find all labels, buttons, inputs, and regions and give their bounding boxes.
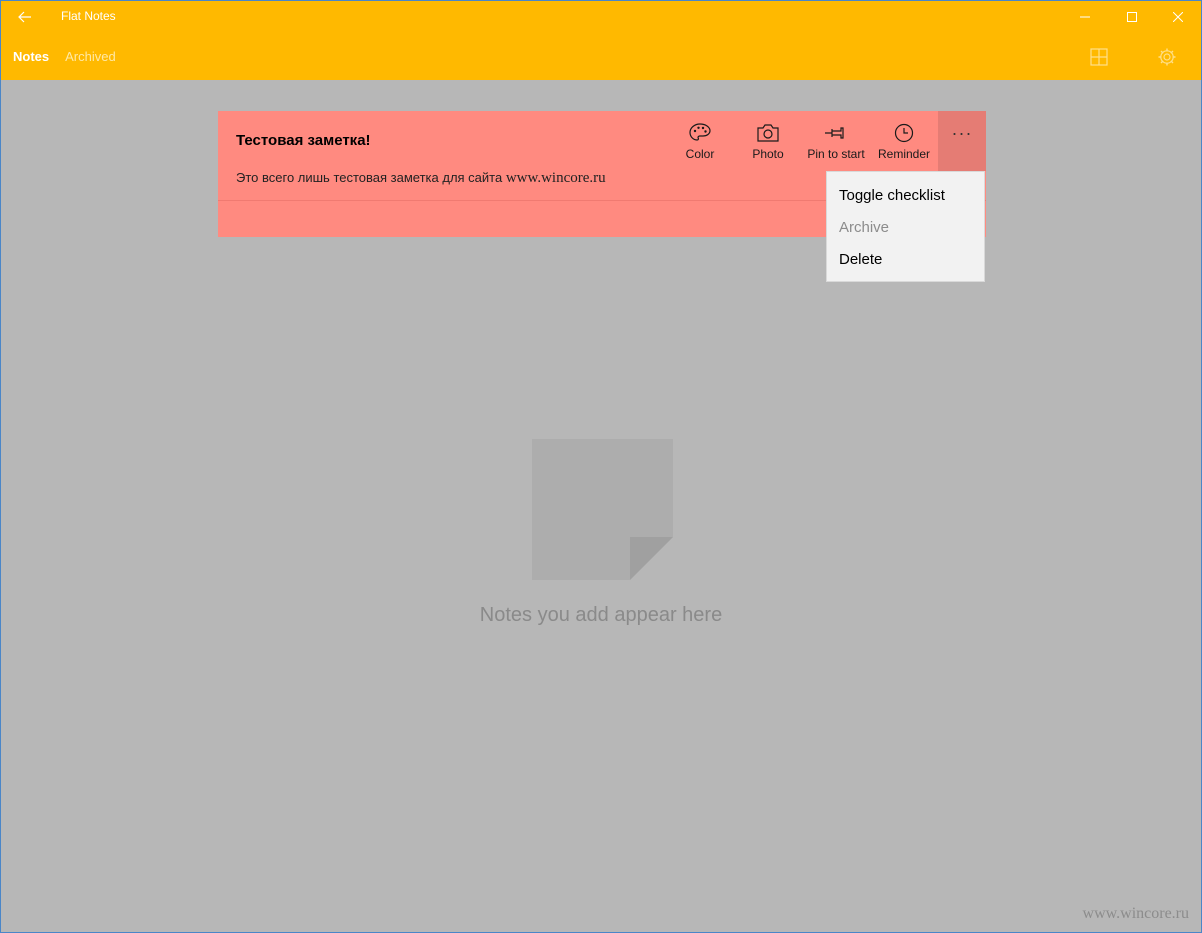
watermark: www.wincore.ru [1082,905,1189,922]
pin-to-start-button[interactable]: Pin to start [802,123,870,169]
note-context-menu: Toggle checklist Archive Delete [826,171,985,282]
app-title: Flat Notes [61,9,116,23]
menu-item-toggle-checklist[interactable]: Toggle checklist [827,180,984,212]
palette-icon [689,123,711,141]
title-bar: Flat Notes [1,1,1201,33]
minimize-icon [1080,16,1090,18]
empty-state-text: Notes you add appear here [479,604,723,626]
back-button[interactable] [1,1,49,33]
photo-button[interactable]: Photo [734,123,802,169]
settings-gear-icon [1158,48,1176,66]
settings-button[interactable] [1155,45,1179,69]
back-arrow-icon [18,11,31,23]
note-body-site: www.wincore.ru [505,170,606,186]
note-body-text: Это всего лишь тестовая заметка для сайт… [236,170,506,185]
minimize-button[interactable] [1062,1,1108,33]
photo-label: Photo [752,147,784,161]
empty-note-icon [532,439,673,580]
menu-item-delete[interactable]: Delete [827,244,984,276]
app-header: Flat Notes Notes Archived [1,1,1201,80]
close-icon [1173,12,1183,22]
note-title: Тестовая заметка! [236,132,371,149]
clock-icon [894,123,914,143]
reminder-button[interactable]: Reminder [870,123,938,169]
reminder-label: Reminder [877,147,931,161]
tab-bar: Notes Archived [13,49,116,64]
grid-view-button[interactable] [1087,45,1111,69]
tab-archived[interactable]: Archived [65,49,116,64]
pin-to-start-label: Pin to start [807,147,865,161]
more-options-button[interactable]: ··· [938,111,986,171]
menu-item-archive: Archive [839,219,890,236]
grid-view-icon [1090,48,1108,66]
close-button[interactable] [1155,1,1201,33]
note-body: Это всего лишь тестовая заметка для сайт… [236,170,606,187]
camera-icon [757,124,779,142]
tab-notes[interactable]: Notes [13,49,49,64]
app-window: Flat Notes Notes Archived Тестовая замет… [0,0,1202,933]
pin-icon [825,127,844,139]
color-label: Color [685,147,715,161]
maximize-icon [1127,12,1137,22]
maximize-button[interactable] [1109,1,1155,33]
color-button[interactable]: Color [666,123,734,169]
